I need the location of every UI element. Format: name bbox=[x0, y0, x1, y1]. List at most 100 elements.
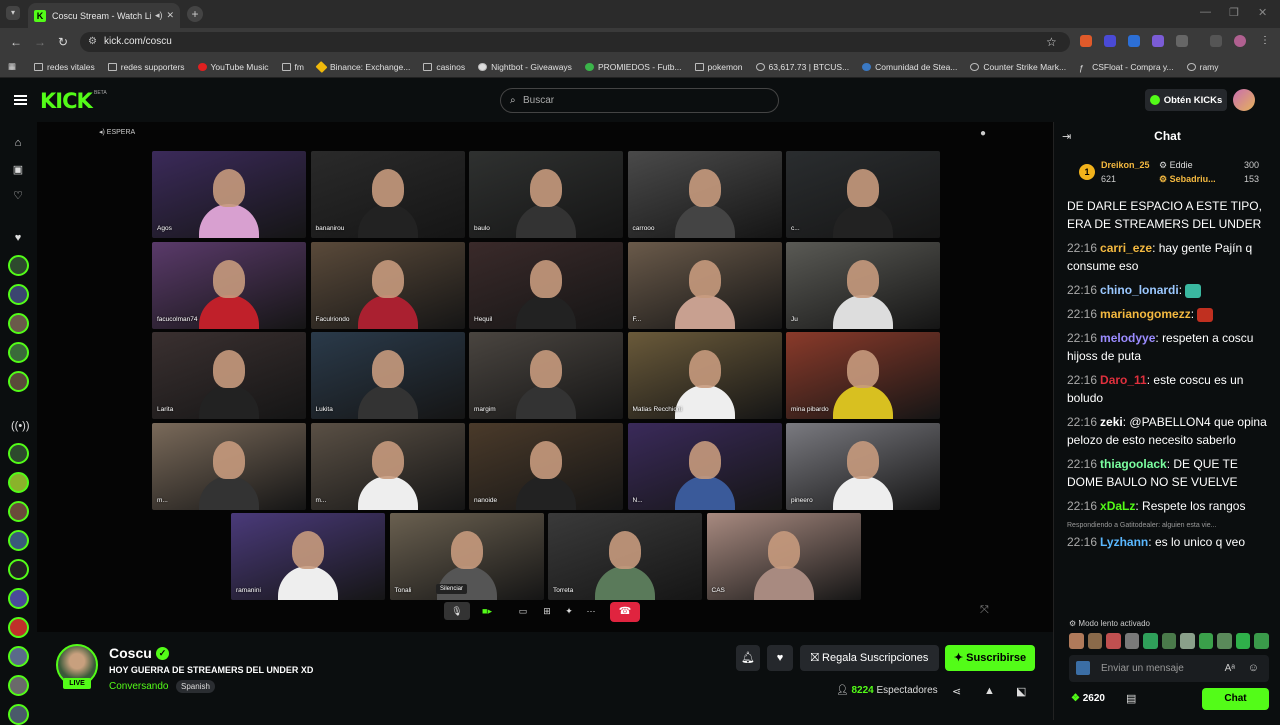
participant-tile[interactable]: Faculriondo bbox=[310, 241, 465, 329]
recommended-channel-avatar[interactable] bbox=[8, 617, 29, 638]
forward-button[interactable]: → bbox=[34, 35, 46, 49]
channel-name[interactable]: Coscu bbox=[109, 645, 152, 661]
emote-icon[interactable] bbox=[1161, 633, 1177, 649]
message-username[interactable]: Daro_11 bbox=[1100, 373, 1147, 387]
emote-icon[interactable] bbox=[1235, 633, 1251, 649]
tab-search-button[interactable]: ▾ bbox=[6, 6, 20, 20]
language-tag[interactable]: Spanish bbox=[176, 680, 215, 693]
participant-tile[interactable]: Ju bbox=[786, 241, 940, 329]
profile-avatar[interactable] bbox=[1234, 35, 1246, 47]
extension-icon[interactable] bbox=[1080, 35, 1092, 47]
emote-icon[interactable] bbox=[1180, 633, 1195, 649]
participant-tile[interactable]: F... bbox=[627, 241, 782, 329]
bookmark-folder[interactable]: redes supporters bbox=[107, 62, 185, 72]
kick-logo[interactable]: KICK bbox=[40, 89, 93, 113]
home-icon[interactable]: ⌂ bbox=[11, 136, 25, 150]
participant-tile[interactable]: carrooo bbox=[627, 151, 782, 238]
notifications-bell-icon[interactable]: 🔔︎ bbox=[736, 645, 760, 671]
reload-button[interactable]: ↻ bbox=[58, 35, 68, 49]
more-options-icon[interactable]: ⋯ bbox=[584, 602, 598, 620]
get-kicks-button[interactable]: Obtén KICKs bbox=[1145, 89, 1227, 111]
message-username[interactable]: thiagoolack bbox=[1100, 457, 1167, 471]
extension-icon[interactable] bbox=[1104, 35, 1116, 47]
followed-channel-avatar[interactable] bbox=[8, 255, 29, 276]
bookmark-link[interactable]: Counter Strike Mark... bbox=[970, 62, 1066, 72]
participant-tile[interactable]: baulo bbox=[469, 151, 623, 238]
search-input[interactable]: ⌕ Buscar bbox=[500, 88, 779, 113]
message-username[interactable]: melodyye bbox=[1100, 331, 1155, 345]
participant-tile[interactable]: Agos bbox=[152, 151, 306, 238]
bookmark-link[interactable]: Comunidad de Stea... bbox=[862, 62, 957, 72]
clip-icon[interactable]: ⬕ bbox=[1016, 685, 1026, 698]
emote-icon[interactable] bbox=[1217, 633, 1232, 649]
recommended-channel-avatar[interactable] bbox=[8, 704, 29, 725]
translate-icon[interactable]: Aᵃ bbox=[1225, 655, 1235, 682]
apps-grid-icon[interactable]: ▦ bbox=[8, 61, 16, 72]
gifter-name[interactable]: ⚙ Sebadriu... bbox=[1159, 174, 1216, 185]
message-username[interactable]: zeki bbox=[1100, 415, 1123, 429]
gift-subs-button[interactable]: ⛝ Regala Suscripciones bbox=[800, 645, 939, 671]
url-field[interactable]: ⚙ kick.com/coscu bbox=[80, 32, 1070, 52]
followed-channel-avatar[interactable] bbox=[8, 342, 29, 363]
bookmark-link[interactable]: YouTube Music bbox=[197, 62, 269, 72]
participant-tile[interactable]: m... bbox=[152, 422, 306, 510]
message-username[interactable]: Lyzhann bbox=[1100, 535, 1148, 549]
gifter-name[interactable]: ⚙ Eddie bbox=[1159, 160, 1193, 171]
bookmark-folder[interactable]: fm bbox=[281, 62, 304, 72]
send-chat-button[interactable]: Chat bbox=[1202, 688, 1269, 710]
maximize-button[interactable]: ❐ bbox=[1229, 6, 1239, 19]
extension-icon[interactable] bbox=[1128, 35, 1140, 47]
hang-up-icon[interactable]: ☎ bbox=[610, 602, 640, 622]
participant-tile[interactable]: facucolman74 bbox=[152, 241, 306, 329]
bookmark-link[interactable]: ramy bbox=[1186, 62, 1219, 72]
chat-identity-icon[interactable] bbox=[1076, 661, 1090, 675]
participant-tile[interactable]: m... bbox=[310, 422, 465, 510]
chat-input[interactable]: Enviar un mensaje Aᵃ ☺ bbox=[1069, 655, 1269, 682]
participant-tile[interactable]: margim bbox=[469, 332, 623, 419]
effects-icon[interactable]: ✦ bbox=[562, 602, 576, 620]
close-window-button[interactable]: ✕ bbox=[1258, 6, 1267, 19]
participant-tile[interactable]: Matias Recchioni bbox=[627, 332, 782, 419]
bookmark-link[interactable]: Nightbot - Giveaways bbox=[478, 62, 572, 72]
bookmark-link[interactable]: PROMIEDOS - Futb... bbox=[584, 62, 682, 72]
message-username[interactable]: xDaLz bbox=[1100, 499, 1135, 513]
bookmark-link[interactable]: 63,617.73 | BTCUS... bbox=[755, 62, 849, 72]
follow-heart-icon[interactable]: ♥ bbox=[767, 645, 793, 671]
bookmark-link[interactable]: Binance: Exchange... bbox=[315, 60, 410, 73]
camera-icon[interactable]: ■▸ bbox=[474, 602, 500, 620]
extension-icon[interactable] bbox=[1152, 35, 1164, 47]
emote-icon[interactable] bbox=[1087, 633, 1103, 649]
emoji-icon[interactable]: ☺ bbox=[1248, 655, 1259, 682]
message-username[interactable]: marianogomezz bbox=[1100, 307, 1191, 321]
comment-icon[interactable]: ● bbox=[980, 128, 986, 139]
browser-tab[interactable]: K Coscu Stream - Watch Live ◂) ✕ bbox=[28, 3, 180, 28]
emote-icon[interactable] bbox=[1124, 633, 1140, 649]
recommended-channel-avatar[interactable] bbox=[8, 559, 29, 580]
bookmark-star-icon[interactable]: ☆ bbox=[1046, 35, 1057, 49]
participant-tile[interactable]: CAS bbox=[706, 513, 861, 600]
stream-category[interactable]: Conversando bbox=[109, 681, 168, 692]
emote-icon[interactable] bbox=[1106, 633, 1121, 649]
share-icon[interactable]: ⋖ bbox=[952, 685, 961, 698]
bookmark-link[interactable]: ƒ CSFloat - Compra y... bbox=[1079, 62, 1174, 73]
subscribe-button[interactable]: ✦ Suscribirse bbox=[945, 645, 1035, 671]
message-username[interactable]: chino_lonardi bbox=[1100, 283, 1179, 297]
recommended-channel-avatar[interactable] bbox=[8, 443, 29, 464]
participant-tile[interactable]: c... bbox=[786, 151, 940, 238]
report-warning-icon[interactable]: ▲ bbox=[984, 685, 995, 697]
video-player[interactable]: ◂) ESPERA ● Agos bananirou baulo carrooo c..… bbox=[37, 122, 1053, 632]
recommended-channel-avatar[interactable] bbox=[8, 588, 29, 609]
bookmark-folder[interactable]: redes vitales bbox=[34, 62, 95, 72]
participant-tile[interactable]: Lukita bbox=[310, 332, 465, 419]
participant-tile[interactable]: mina pibardo bbox=[786, 332, 940, 419]
bookmark-folder[interactable]: pokemon bbox=[694, 62, 743, 72]
share-screen-icon[interactable]: ▭ bbox=[516, 602, 530, 620]
emote-icon[interactable] bbox=[1254, 633, 1270, 649]
new-tab-button[interactable]: + bbox=[187, 6, 203, 22]
emote-icon[interactable] bbox=[1198, 633, 1214, 649]
menu-hamburger-icon[interactable] bbox=[14, 95, 27, 105]
recommended-channel-avatar[interactable] bbox=[8, 530, 29, 551]
recommended-channel-avatar[interactable] bbox=[8, 472, 29, 493]
extensions-puzzle-icon[interactable] bbox=[1176, 35, 1188, 47]
back-button[interactable]: ← bbox=[10, 35, 22, 49]
